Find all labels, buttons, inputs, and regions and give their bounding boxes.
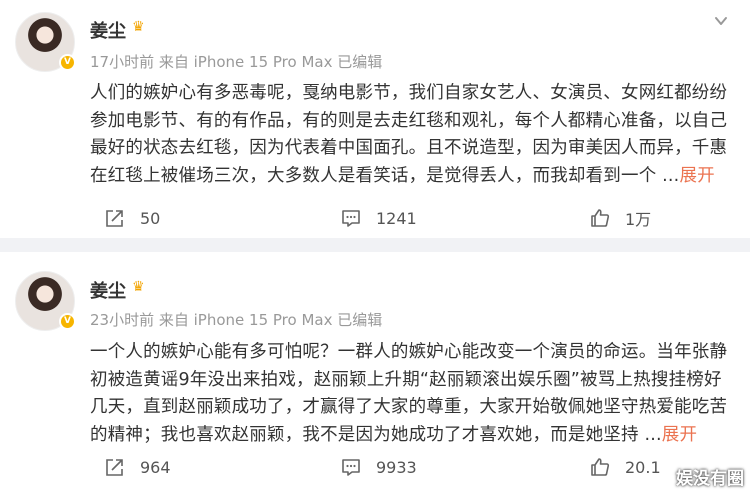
- expand-link[interactable]: 展开: [679, 166, 714, 186]
- author-name[interactable]: 姜尘: [90, 277, 126, 303]
- repost-icon: [106, 210, 123, 227]
- content-line: 初被造黄谣9年没出来拍戏，赵丽颖上升期“赵丽颖滚出娱乐圈”被骂上热搜挂榜好: [90, 369, 722, 390]
- member-crown-icon: ♛: [132, 279, 145, 295]
- post-meta: 17小时前 来自 iPhone 15 Pro Max 已编辑: [90, 53, 383, 71]
- like-count: 20.1: [625, 457, 661, 477]
- post-content: 一个人的嫉妒心能有多可怕呢？一群人的嫉妒心能改变一个演员的命运。当年张静 初被造…: [90, 339, 740, 449]
- post-divider: [0, 238, 750, 252]
- repost-button[interactable]: 964: [104, 452, 171, 482]
- verified-badge-icon: V: [59, 54, 76, 71]
- comment-button[interactable]: 1241: [340, 203, 417, 233]
- post-meta: 23小时前 来自 iPhone 15 Pro Max 已编辑: [90, 311, 383, 329]
- author-name[interactable]: 姜尘: [90, 17, 126, 43]
- content-line: 几天，直到赵丽颖成功了，才赢得了大家的尊重，大家开始敬佩她坚守热爱能吃苦: [90, 397, 728, 417]
- content-line: 的精神；我也喜欢赵丽颖，我不是因为她成功了才喜欢她，而是她坚持 ...: [90, 424, 662, 445]
- post-content: 人们的嫉妒心有多恶毒呢，戛纳电影节，我们自家女艺人、女演员、女网红都纷纷 参加电…: [90, 80, 740, 190]
- comment-count: 9933: [376, 457, 417, 477]
- avatar[interactable]: V: [15, 271, 76, 331]
- comment-icon: [342, 210, 360, 227]
- like-icon: [591, 458, 610, 476]
- content-line: 参加电影节、有的有作品，有的则是去走红毯和观礼，每个人都精心准备，以自己: [90, 110, 728, 131]
- expand-link[interactable]: 展开: [662, 425, 697, 445]
- repost-button[interactable]: 50: [104, 203, 160, 233]
- action-bar: 964 9933 20.1: [0, 452, 750, 482]
- content-line: 在红毯上被催场三次，大多数人是看笑话，是觉得丢人，而我却看到一个 ...: [90, 165, 680, 186]
- member-crown-icon: ♛: [132, 19, 145, 35]
- comment-icon: [342, 459, 360, 476]
- content-line: 人们的嫉妒心有多恶毒呢，戛纳电影节，我们自家女艺人、女演员、女网红都纷纷: [90, 83, 728, 103]
- verified-badge-icon: V: [59, 313, 76, 330]
- chevron-down-icon[interactable]: [714, 14, 728, 28]
- like-button[interactable]: 20.1: [589, 452, 661, 482]
- weibo-post-1: V 姜尘 ♛ 17小时前 来自 iPhone 15 Pro Max 已编辑 人们…: [0, 0, 750, 238]
- watermark: 娱没有圈: [676, 469, 744, 489]
- like-icon: [591, 209, 610, 227]
- repost-count: 964: [140, 457, 171, 477]
- action-bar: 50 1241 1万: [0, 203, 750, 233]
- content-line: 最好的状态去红毯，因为代表着中国面孔。且不说造型，因为审美因人而异，千惠: [90, 138, 728, 158]
- weibo-post-2: V 姜尘 ♛ 23小时前 来自 iPhone 15 Pro Max 已编辑 一个…: [0, 252, 750, 499]
- repost-icon: [106, 459, 123, 476]
- content-line: 一个人的嫉妒心能有多可怕呢？一群人的嫉妒心能改变一个演员的命运。当年张静: [90, 342, 728, 362]
- avatar[interactable]: V: [15, 12, 76, 72]
- like-button[interactable]: 1万: [589, 203, 651, 233]
- repost-count: 50: [140, 208, 161, 228]
- comment-button[interactable]: 9933: [340, 452, 417, 482]
- like-count: 1万: [625, 210, 652, 229]
- comment-count: 1241: [376, 208, 417, 228]
